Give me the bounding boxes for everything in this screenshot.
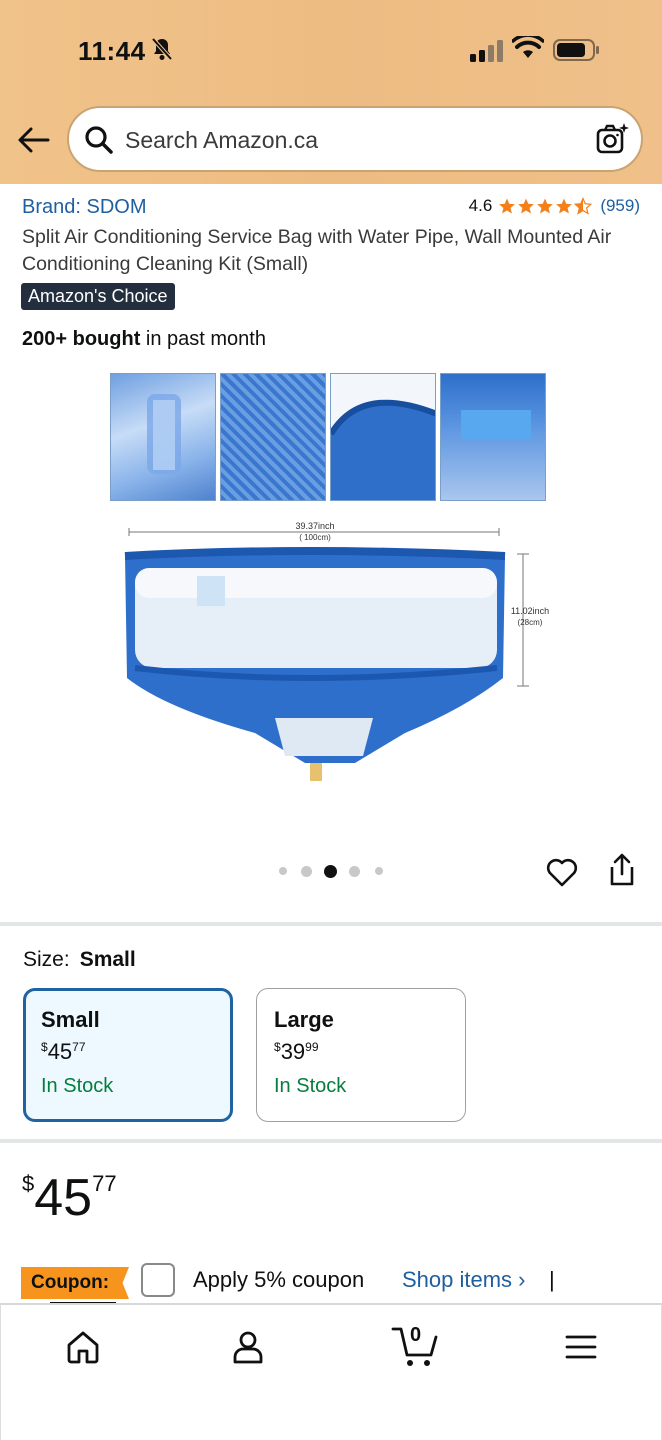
size-option-small[interactable]: Small $4577 In Stock [23,988,233,1122]
rating-summary[interactable]: 4.6 (959) [469,196,640,216]
bought-count-bold: 200+ bought [22,328,141,350]
star-full-icon [499,198,516,214]
home-icon[interactable] [63,1327,103,1367]
battery-icon [553,39,599,61]
wifi-icon [512,36,544,58]
brand-link[interactable]: Brand: SDOM [22,196,146,219]
size-label-text: Size: [23,948,70,971]
amazons-choice-badge: Amazon's Choice [21,283,175,310]
size-option-price: $4577 [41,1039,86,1064]
size-option-large[interactable]: Large $3999 In Stock [256,988,466,1122]
coupon-badge: Coupon: [21,1267,129,1299]
product-thumbnail [440,373,546,501]
bell-muted-icon [151,37,173,61]
carousel-dot[interactable] [279,867,287,875]
size-option-stock: In Stock [41,1075,114,1097]
size-option-stock: In Stock [274,1075,347,1097]
size-label: Size: Small [23,948,136,972]
cart-count: 0 [410,1324,422,1346]
coupon-checkbox[interactable] [141,1263,175,1297]
carousel-dot-active[interactable] [324,865,337,878]
bottom-navigation: 0 [0,1303,662,1440]
section-divider [0,922,662,926]
search-icon [85,126,113,154]
rating-count[interactable]: (959) [600,196,640,216]
star-full-icon [556,198,573,214]
carousel-dot[interactable] [349,866,360,877]
image-width-label-cm: ( 100cm) [299,533,331,542]
star-full-icon [518,198,535,214]
product-thumbnail [110,373,216,501]
price-cents: 77 [92,1171,117,1196]
shop-items-link[interactable]: Shop items › [402,1267,526,1293]
product-image[interactable]: 39.37inch ( 100cm) 11.02inch (28cm) [105,368,555,818]
bought-count-rest: in past month [140,328,266,350]
product-thumbnail [330,373,436,501]
star-half-icon [574,197,593,215]
bought-count: 200+ bought in past month [22,328,266,351]
image-height-label: 11.02inch [511,606,549,616]
carousel-dot[interactable] [301,866,312,877]
coupon-separator: | [549,1267,555,1292]
cart-button[interactable]: 0 [391,1323,441,1369]
menu-icon[interactable] [561,1327,601,1367]
image-width-label: 39.37inch [295,521,334,531]
size-option-price: $3999 [274,1039,319,1064]
section-divider [0,1139,662,1143]
product-main-illustration: 39.37inch ( 100cm) 11.02inch (28cm) [124,521,549,781]
rating-stars [498,197,593,215]
carousel-dot[interactable] [375,867,383,875]
size-option-name: Small [41,1007,100,1032]
rating-value: 4.6 [468,196,493,215]
camera-search-icon[interactable] [595,122,629,156]
search-bar[interactable] [67,106,643,172]
signal-icon [470,40,503,62]
product-title: Split Air Conditioning Service Bag with … [22,226,612,275]
price-currency: $ [22,1171,35,1196]
status-bar: 11:44 [0,28,662,72]
product-price: $4577 [22,1168,117,1228]
status-time: 11:44 [78,36,146,66]
star-full-icon [537,198,554,214]
search-input[interactable] [125,123,565,157]
price-whole: 45 [34,1169,93,1227]
back-arrow-icon[interactable] [16,122,52,158]
app-header: 11:44 [0,0,662,184]
coupon-text[interactable]: Apply 5% coupon [193,1267,364,1293]
size-selected: Small [79,948,136,971]
heart-icon[interactable] [545,855,579,889]
product-thumbnail [220,373,326,501]
share-icon[interactable] [606,852,638,888]
coupon-row: Coupon: Apply 5% coupon Shop items › | [21,1263,641,1299]
image-height-label-cm: (28cm) [518,618,543,627]
size-option-name: Large [274,1007,334,1032]
account-icon[interactable] [228,1327,268,1367]
